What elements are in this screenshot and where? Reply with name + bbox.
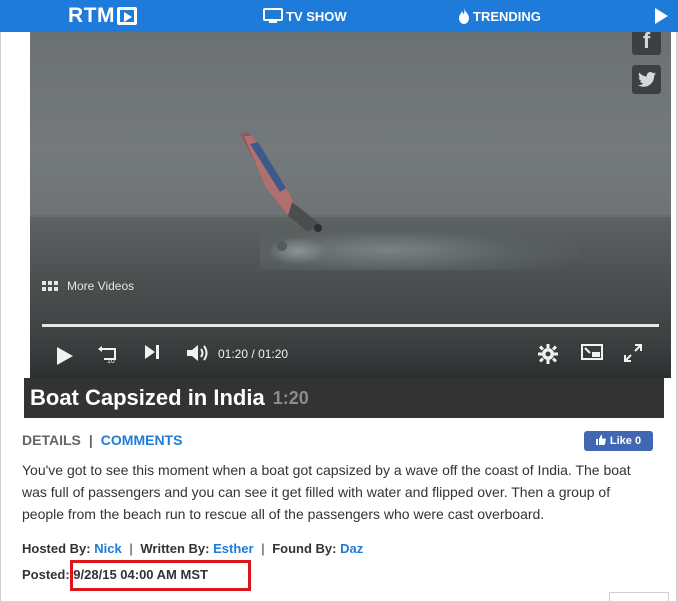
video-title: Boat Capsized in India [30, 385, 265, 410]
video-progress-bar[interactable] [42, 324, 659, 327]
credits-separator: | [261, 541, 265, 556]
flame-icon [458, 8, 470, 24]
tab-details[interactable]: DETAILS [22, 432, 81, 448]
logo-text: RTM [68, 4, 115, 27]
fullscreen-icon[interactable] [624, 344, 642, 362]
play-icon[interactable] [57, 347, 73, 365]
detail-tabs: DETAILS | COMMENTS [22, 432, 182, 448]
nav-trending[interactable]: TRENDING [458, 0, 541, 32]
credits-line: Hosted By: Nick | Written By: Esther | F… [22, 541, 363, 556]
video-player[interactable]: f More Videos 10 01:20 / 01:20 [30, 32, 671, 378]
svg-text:10: 10 [107, 358, 115, 364]
video-duration: 1:20 [272, 387, 309, 408]
written-by-link[interactable]: Esther [213, 541, 253, 556]
site-logo[interactable]: RTM [68, 4, 137, 27]
like-button-label: Like 0 [609, 435, 642, 447]
posted-label: Posted: [22, 567, 70, 582]
volume-icon[interactable] [186, 344, 210, 362]
grid-icon [42, 281, 58, 291]
facebook-like-button[interactable]: Like 0 [584, 431, 653, 451]
total-time: 01:20 [258, 347, 289, 361]
tab-comments[interactable]: COMMENTS [101, 432, 183, 448]
more-videos-button[interactable]: More Videos [42, 279, 134, 293]
hosted-by-link[interactable]: Nick [94, 541, 121, 556]
video-time: 01:20 / 01:20 [218, 347, 288, 361]
found-by-label: Found By: [272, 541, 337, 556]
top-nav-bar: RTM TV SHOW TRENDING [0, 0, 678, 32]
time-separator: / [251, 347, 255, 361]
twitter-share-icon[interactable] [632, 65, 661, 94]
replay-10-icon[interactable]: 10 [98, 344, 120, 364]
video-title-bar: Boat Capsized in India 1:20 [24, 378, 664, 418]
video-controls: 10 01:20 / 01:20 [30, 339, 671, 369]
video-description: You've got to see this moment when a boa… [22, 462, 631, 522]
nav-trending-label: TRENDING [473, 8, 541, 24]
next-icon[interactable] [144, 344, 160, 360]
tab-separator: | [88, 432, 93, 448]
written-by-label: Written By: [140, 541, 210, 556]
nav-tv-show[interactable]: TV SHOW [263, 0, 347, 32]
facebook-glyph: f [642, 32, 651, 53]
more-videos-label: More Videos [67, 279, 135, 293]
thumbs-up-icon [595, 434, 606, 448]
settings-gear-icon[interactable] [538, 344, 558, 364]
picture-in-picture-icon[interactable] [581, 344, 603, 362]
posted-date-highlight [70, 560, 251, 591]
facebook-share-icon[interactable]: f [632, 32, 661, 55]
current-time: 01:20 [218, 347, 249, 361]
frame-left-border [0, 32, 1, 601]
nav-tv-show-label: TV SHOW [286, 8, 347, 24]
found-by-link[interactable]: Daz [340, 541, 363, 556]
logo-play-icon [117, 7, 137, 25]
hosted-by-label: Hosted By: [22, 541, 91, 556]
tv-icon [263, 8, 283, 24]
nav-next-arrow-icon[interactable] [655, 8, 668, 24]
credits-separator: | [129, 541, 133, 556]
bottom-edge-strip [609, 592, 669, 601]
